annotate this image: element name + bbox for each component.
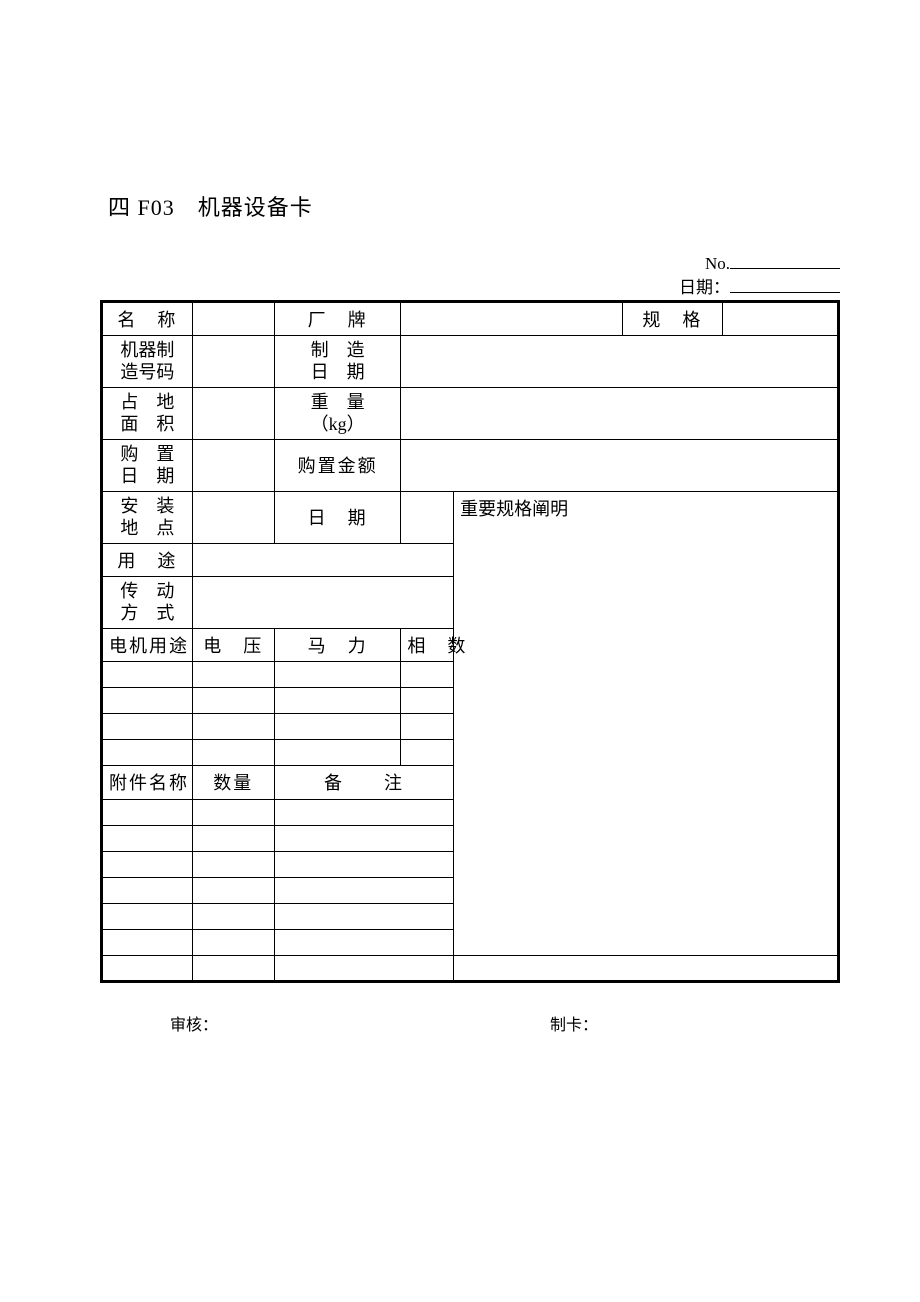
card-label: 制卡： [550, 1011, 598, 1035]
label-phase: 相 数 [401, 628, 454, 661]
acc-row [192, 903, 274, 929]
acc-row [102, 903, 193, 929]
label-machine-no: 机器制造号码 [102, 335, 193, 387]
field-purchase-date [192, 439, 274, 491]
label-mfg-date: 制 造日 期 [274, 335, 401, 387]
date-label: 日期： [679, 278, 730, 297]
acc-row [102, 825, 193, 851]
label-acc-name: 附件名称 [102, 765, 193, 799]
field-spec [722, 301, 838, 335]
motor-row [401, 661, 454, 687]
no-blank [730, 252, 840, 269]
acc-row [274, 825, 453, 851]
acc-row [192, 851, 274, 877]
label-date: 日 期 [274, 491, 401, 543]
acc-row [102, 877, 193, 903]
header-meta: No. 日期： [100, 252, 840, 300]
acc-row [274, 877, 453, 903]
label-purchase-date: 购 置日 期 [102, 439, 193, 491]
equipment-card-table: 名 称 厂 牌 规 格 机器制造号码 制 造日 期 占 地面 积 重 量（kg）… [100, 300, 840, 983]
motor-row [274, 687, 401, 713]
acc-row [192, 799, 274, 825]
label-weight: 重 量（kg） [274, 387, 401, 439]
no-label: No. [705, 254, 730, 273]
field-install-loc [192, 491, 274, 543]
field-brand [401, 301, 622, 335]
acc-row [102, 955, 193, 981]
motor-row [192, 661, 274, 687]
acc-row [192, 825, 274, 851]
field-mfg-date [401, 335, 839, 387]
motor-row [274, 739, 401, 765]
motor-row [401, 739, 454, 765]
label-voltage: 电 压 [192, 628, 274, 661]
motor-row [102, 739, 193, 765]
label-remark: 备 注 [274, 765, 453, 799]
motor-row [102, 713, 193, 739]
acc-row [274, 929, 453, 955]
field-area [192, 387, 274, 439]
field-name [192, 301, 274, 335]
acc-row [274, 851, 453, 877]
label-name: 名 称 [102, 301, 193, 335]
field-date [401, 491, 454, 543]
acc-row [192, 877, 274, 903]
label-qty: 数量 [192, 765, 274, 799]
spec-desc-area: 重要规格阐明 [454, 491, 839, 955]
motor-row [192, 687, 274, 713]
motor-row [274, 713, 401, 739]
field-purpose [192, 543, 453, 576]
date-blank [730, 276, 840, 293]
acc-row [274, 903, 453, 929]
label-drive: 传 动方 式 [102, 576, 193, 628]
label-hp: 马 力 [274, 628, 401, 661]
motor-row [192, 713, 274, 739]
motor-row [102, 687, 193, 713]
acc-row [192, 929, 274, 955]
motor-row [401, 687, 454, 713]
acc-row [274, 799, 453, 825]
field-weight [401, 387, 839, 439]
label-spec: 规 格 [622, 301, 722, 335]
motor-row [401, 713, 454, 739]
label-area: 占 地面 积 [102, 387, 193, 439]
label-purchase-amount: 购置金额 [274, 439, 401, 491]
field-purchase-amount [401, 439, 839, 491]
label-motor-purpose: 电机用途 [102, 628, 193, 661]
footer: 审核： 制卡： [100, 1011, 840, 1035]
field-drive [192, 576, 453, 628]
acc-row [102, 929, 193, 955]
review-label: 审核： [170, 1011, 470, 1035]
field-machine-no [192, 335, 274, 387]
acc-row [192, 955, 274, 981]
acc-row [102, 851, 193, 877]
label-purpose: 用 途 [102, 543, 193, 576]
motor-row [274, 661, 401, 687]
acc-row [274, 955, 453, 981]
motor-row [192, 739, 274, 765]
motor-row [102, 661, 193, 687]
label-install-loc: 安 装地 点 [102, 491, 193, 543]
label-brand: 厂 牌 [274, 301, 401, 335]
acc-row [102, 799, 193, 825]
form-title: 四 F03 机器设备卡 [108, 190, 840, 222]
